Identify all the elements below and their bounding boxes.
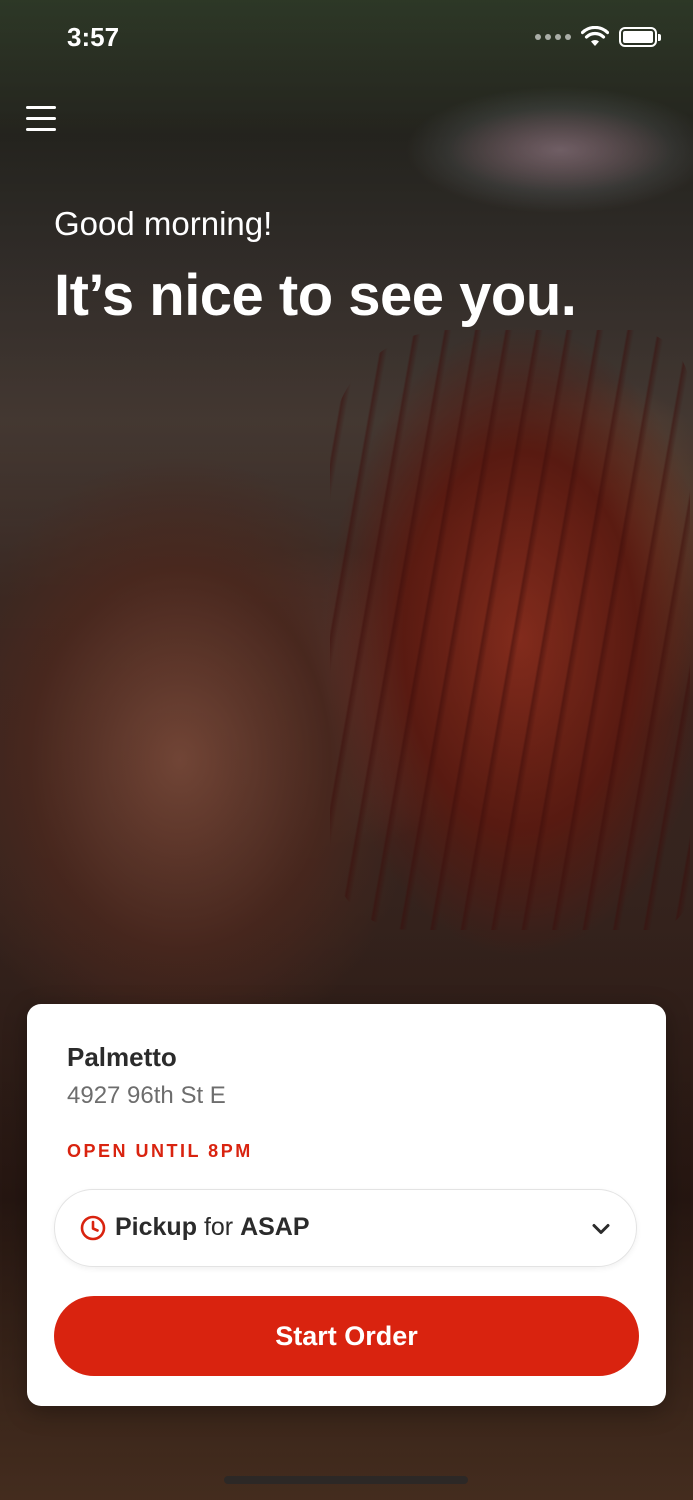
order-connector: for xyxy=(203,1213,234,1241)
wifi-icon xyxy=(581,26,609,46)
hamburger-menu-icon[interactable] xyxy=(24,104,58,134)
order-mode-selector[interactable]: Pickup for ASAP xyxy=(54,1189,637,1267)
status-time: 3:57 xyxy=(67,22,120,52)
status-bar: 3:57 xyxy=(0,0,693,80)
home-indicator[interactable] xyxy=(224,1476,468,1484)
hero-background-texture xyxy=(330,330,690,930)
store-address: 4927 96th St E xyxy=(67,1082,226,1109)
start-order-button[interactable]: Start Order xyxy=(54,1296,639,1376)
greeting-text: Good morning! xyxy=(54,205,273,242)
store-name: Palmetto xyxy=(67,1042,177,1072)
headline-text: It’s nice to see you. xyxy=(54,263,577,328)
order-mode-text: Pickup for ASAP xyxy=(115,1213,310,1242)
chevron-down-icon[interactable] xyxy=(590,1218,612,1240)
status-icons xyxy=(535,26,661,48)
signal-icon xyxy=(535,34,571,40)
location-card: Palmetto 4927 96th St E OPEN UNTIL 8PM P… xyxy=(27,1004,666,1406)
order-time: ASAP xyxy=(240,1213,310,1241)
battery-icon xyxy=(619,27,661,47)
store-hours-badge: OPEN UNTIL 8PM xyxy=(67,1141,253,1161)
order-method: Pickup xyxy=(115,1213,197,1241)
app-screen: 3:57 Good morning! It’s nice to see you.… xyxy=(0,0,693,1500)
clock-icon xyxy=(80,1215,106,1241)
